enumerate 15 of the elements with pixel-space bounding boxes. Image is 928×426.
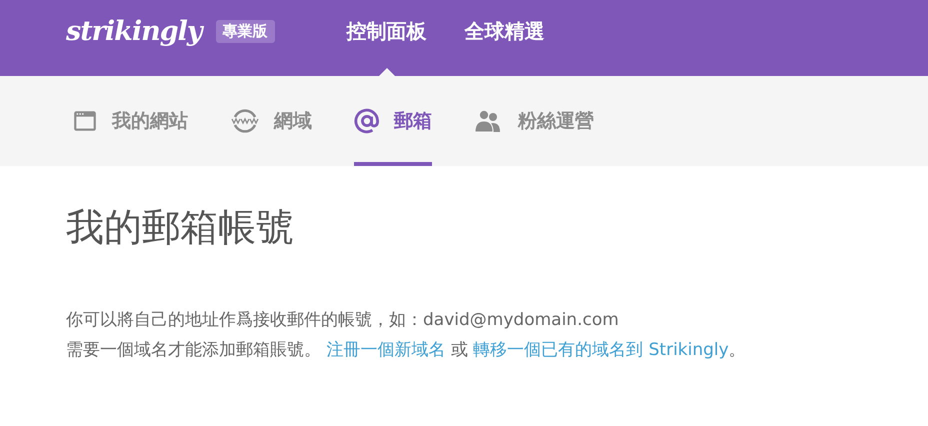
intro-text: 你可以將自己的地址作爲接收郵件的帳號，如：david@mydomain.com	[66, 309, 620, 332]
tab[interactable]: 網域	[230, 76, 312, 166]
tab[interactable]: 粉絲運營	[474, 76, 594, 166]
at-sign-icon	[354, 108, 380, 134]
plan-badge: 專業版	[216, 20, 275, 42]
nav-link[interactable]: 控制面板	[346, 17, 427, 45]
logo[interactable]: strikingly	[66, 16, 202, 46]
page-title: 我的郵箱帳號	[66, 204, 295, 251]
tab[interactable]: 郵箱	[354, 76, 432, 166]
nav-link[interactable]: 全球精選	[464, 17, 545, 45]
link[interactable]: 轉移一個已有的域名到 Strikingly	[473, 340, 729, 360]
domain-note: 需要一個域名才能添加郵箱賬號。 注冊一個新域名 或 轉移一個已有的域名到 Strikingly。	[66, 339, 747, 362]
globe-ring-icon	[230, 108, 260, 134]
link[interactable]: 注冊一個新域名	[326, 340, 446, 360]
tab[interactable]: 我的網站	[72, 76, 188, 166]
